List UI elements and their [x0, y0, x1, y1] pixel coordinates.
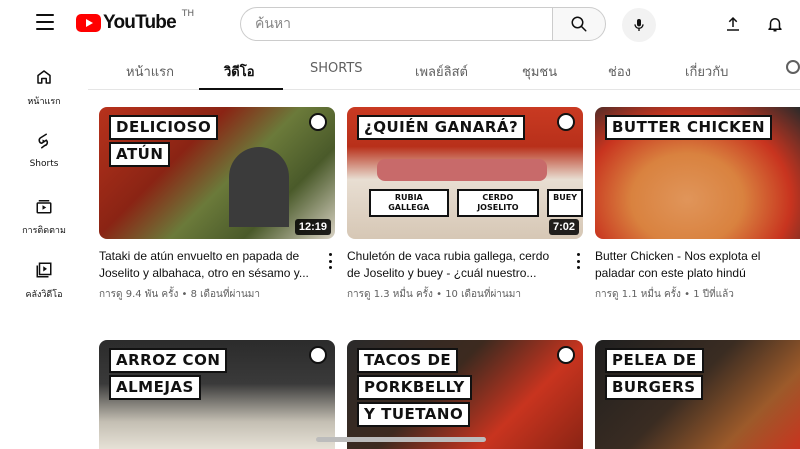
sidebar-item-subscriptions[interactable]: การติดตาม	[4, 177, 84, 237]
video-card[interactable]: ¿QUIÉN GANARÁ? RUBIA GALLEGA CERDO JOSEL…	[347, 107, 583, 302]
thumbnail-title-line: ¿QUIÉN GANARÁ?	[357, 115, 526, 140]
video-thumbnail[interactable]: BUTTER CHICKEN	[595, 107, 800, 239]
video-title[interactable]: Chuletón de vaca rubia gallega, cerdo de…	[347, 248, 565, 282]
thumbnail-title-line: PELEA DE	[605, 348, 704, 373]
sidebar-item-label: คลังวิดีโอ	[25, 290, 63, 300]
thumbnail-title-line: ALMEJAS	[109, 375, 201, 400]
youtube-play-icon	[76, 14, 101, 32]
video-meta: Tataki de atún envuelto en papada de Jos…	[99, 239, 335, 302]
thumbnail-labels: RUBIA GALLEGA CERDO JOSELITO BUEY	[369, 189, 583, 217]
thumbnail-title: ARROZ CON ALMEJAS	[109, 348, 228, 402]
home-indicator[interactable]	[316, 437, 486, 442]
thumbnail-title: TACOS DE PORKBELLY Y TUETANO	[357, 348, 472, 429]
channel-badge-icon	[309, 113, 327, 131]
thumbnail-title-line: BUTTER CHICKEN	[605, 115, 773, 140]
channel-badge-icon	[557, 113, 575, 131]
subscriptions-icon	[33, 195, 55, 216]
video-card[interactable]: TACOS DE PORKBELLY Y TUETANO	[347, 340, 583, 449]
upload-icon	[727, 16, 739, 31]
search-box	[240, 7, 552, 41]
library-icon	[33, 259, 55, 280]
upload-button[interactable]	[722, 13, 744, 35]
video-title[interactable]: Tataki de atún envuelto en papada de Jos…	[99, 248, 317, 282]
thumbnail-label: BUEY	[547, 189, 583, 217]
thumbnail-title: ¿QUIÉN GANARÁ?	[357, 115, 526, 142]
thumbnail-title-line: DELICIOSO	[109, 115, 219, 140]
thumbnail-title-line: ARROZ CON	[109, 348, 228, 373]
tab-channels[interactable]: ช่อง	[608, 61, 631, 82]
sidebar-item-label: Shorts	[29, 159, 59, 169]
thumbnail-label: CERDO JOSELITO	[456, 189, 540, 217]
top-bar: YouTube TH	[0, 0, 800, 48]
video-thumbnail[interactable]: TACOS DE PORKBELLY Y TUETANO	[347, 340, 583, 449]
tab-videos[interactable]: วิดีโอ	[224, 61, 255, 82]
sidebar-item-label: การติดตาม	[22, 226, 66, 236]
sidebar-item-shorts[interactable]: Shorts	[4, 112, 84, 172]
thumbnail-person	[229, 147, 289, 227]
logo-country: TH	[181, 9, 195, 19]
thumbnail-title: PELEA DE BURGERS	[605, 348, 704, 402]
channel-tabs: หน้าแรก วิดีโอ SHORTS เพลย์ลิสต์ ชุมชน ช…	[88, 48, 800, 90]
video-card[interactable]: BUTTER CHICKEN Butter Chicken - Nos expl…	[595, 107, 800, 302]
notifications-button[interactable]	[764, 13, 786, 35]
video-card[interactable]: DELICIOSO ATÚN 12:19 Tataki de atún envu…	[99, 107, 335, 302]
sidebar-item-library[interactable]: คลังวิดีโอ	[4, 241, 84, 301]
video-thumbnail[interactable]: ¿QUIÉN GANARÁ? RUBIA GALLEGA CERDO JOSEL…	[347, 107, 583, 239]
shorts-icon	[33, 130, 55, 152]
sidebar-item-home[interactable]: หน้าแรก	[4, 48, 84, 108]
youtube-logo[interactable]: YouTube TH	[76, 9, 195, 34]
video-card[interactable]: PELEA DE BURGERS	[595, 340, 800, 449]
video-thumbnail[interactable]: PELEA DE BURGERS	[595, 340, 800, 449]
tab-about[interactable]: เกี่ยวกับ	[685, 61, 728, 82]
channel-badge-icon	[557, 346, 575, 364]
video-meta: Butter Chicken - Nos explota el paladar …	[595, 239, 800, 302]
sidebar-item-label: หน้าแรก	[27, 97, 61, 107]
thumbnail-meat	[377, 159, 547, 181]
bell-icon	[768, 18, 782, 32]
search-button[interactable]	[552, 7, 606, 41]
video-stats: การดู 1.3 หมื่น ครั้ง • 10 เดือนที่ผ่านม…	[347, 289, 521, 300]
thumbnail-title-line: PORKBELLY	[357, 375, 472, 400]
video-duration: 7:02	[548, 219, 579, 235]
search-input[interactable]	[241, 8, 552, 40]
thumbnail-title: DELICIOSO ATÚN	[109, 115, 219, 169]
video-thumbnail[interactable]: DELICIOSO ATÚN 12:19	[99, 107, 335, 239]
channel-search-icon[interactable]	[786, 60, 800, 74]
thumbnail-title: BUTTER CHICKEN	[605, 115, 773, 142]
tab-home[interactable]: หน้าแรก	[126, 61, 174, 82]
thumbnail-title-line: Y TUETANO	[357, 402, 471, 427]
more-options-icon[interactable]	[329, 253, 333, 269]
logo-text: YouTube	[103, 12, 177, 33]
video-thumbnail[interactable]: ARROZ CON ALMEJAS	[99, 340, 335, 449]
video-card[interactable]: ARROZ CON ALMEJAS	[99, 340, 335, 449]
mic-button[interactable]	[622, 8, 656, 42]
hamburger-icon[interactable]	[36, 14, 54, 30]
channel-badge-icon	[309, 346, 327, 364]
sidebar: หน้าแรก Shorts การติดตาม คลังวิดีโอ	[0, 48, 88, 449]
tab-shorts[interactable]: SHORTS	[310, 61, 363, 76]
active-tab-indicator	[199, 88, 283, 90]
thumbnail-label: RUBIA GALLEGA	[369, 189, 449, 217]
video-title[interactable]: Butter Chicken - Nos explota el paladar …	[595, 248, 795, 282]
home-icon	[33, 66, 55, 87]
mic-icon	[634, 19, 644, 31]
thumbnail-title-line: TACOS DE	[357, 348, 459, 373]
thumbnail-title-line: BURGERS	[605, 375, 703, 400]
tab-community[interactable]: ชุมชน	[522, 61, 557, 82]
video-stats: การดู 1.1 หมื่น ครั้ง • 1 ปีที่แล้ว	[595, 289, 734, 300]
thumbnail-title-line: ATÚN	[109, 142, 171, 167]
video-duration: 12:19	[294, 219, 331, 235]
tab-playlists[interactable]: เพลย์ลิสต์	[415, 61, 468, 82]
more-options-icon[interactable]	[577, 253, 581, 269]
search-icon	[571, 16, 587, 32]
video-stats: การดู 9.4 พัน ครั้ง • 8 เดือนที่ผ่านมา	[99, 289, 261, 300]
video-meta: Chuletón de vaca rubia gallega, cerdo de…	[347, 239, 583, 302]
